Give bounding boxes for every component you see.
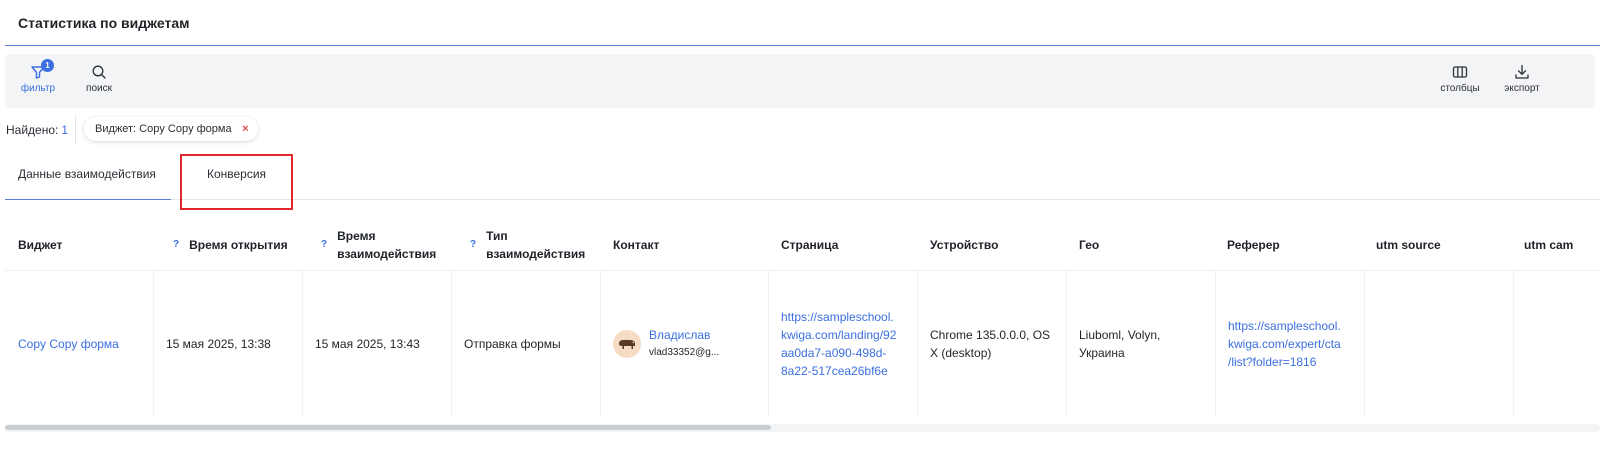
- column-header-utm-campaign[interactable]: utm cam: [1524, 218, 1600, 271]
- columns-label: столбцы: [1440, 83, 1480, 94]
- columns-icon: [1452, 66, 1468, 78]
- column-header-open-time[interactable]: ? Время открытия: [173, 218, 288, 271]
- help-icon[interactable]: ?: [173, 239, 179, 250]
- active-filter-chip[interactable]: Виджет: Copy Copy форма ×: [84, 117, 258, 141]
- table-row: Copy Copy форма 15 мая 2025, 13:38 15 ма…: [5, 271, 1600, 417]
- contact-email: vlad33352@g...: [649, 347, 720, 358]
- page-title: Статистика по виджетам: [18, 15, 190, 31]
- cell-utm-source: [1365, 271, 1514, 417]
- download-icon: [1515, 64, 1529, 79]
- columns-button[interactable]: столбцы: [1432, 64, 1488, 94]
- table-header-row: Виджет ? Время открытия ? Время взаимодейст…: [5, 218, 1600, 271]
- cell-contact[interactable]: Владислав vlad33352@g...: [601, 271, 769, 417]
- active-filter-chip-label: Виджет: Copy Copy форма: [95, 123, 232, 135]
- export-button[interactable]: экспорт: [1494, 64, 1550, 94]
- column-header-utm-source[interactable]: utm source: [1376, 218, 1441, 271]
- avatar: [613, 330, 641, 358]
- column-header-referer[interactable]: Реферер: [1227, 218, 1280, 271]
- contact-name[interactable]: Владислав: [649, 326, 719, 344]
- found-label: Найдено:: [6, 123, 59, 137]
- scrollbar-thumb[interactable]: [5, 425, 771, 430]
- cell-open-time: 15 мая 2025, 13:38: [154, 271, 303, 417]
- help-icon[interactable]: ?: [321, 239, 327, 250]
- column-header-widget[interactable]: Виджет: [18, 218, 62, 271]
- toolbar: 1 фильтр поиск столбцы экспорт: [5, 54, 1595, 108]
- remove-filter-icon[interactable]: ×: [242, 117, 248, 141]
- export-label: экспорт: [1504, 83, 1540, 94]
- search-label: поиск: [86, 83, 112, 94]
- tab-interaction-data[interactable]: Данные взаимодействия: [5, 155, 171, 200]
- column-header-interaction-time[interactable]: ? Время взаимодействия: [321, 218, 436, 271]
- column-header-contact[interactable]: Контакт: [613, 218, 659, 271]
- cell-widget[interactable]: Copy Copy форма: [5, 271, 154, 417]
- filter-count-badge: 1: [41, 59, 54, 72]
- cell-utm-campaign: [1514, 271, 1600, 417]
- cell-page-link[interactable]: https://sampleschool. kwiga.com/landing/…: [769, 271, 918, 417]
- column-header-geo[interactable]: Гео: [1079, 218, 1099, 271]
- tab-bar: Данные взаимодействия Конверсия: [5, 155, 1600, 200]
- bison-icon: [619, 340, 635, 349]
- cell-geo: Liuboml, Volyn, Украина: [1067, 271, 1216, 417]
- results-count: Найдено: 1: [6, 123, 68, 137]
- help-icon[interactable]: ?: [470, 239, 476, 250]
- stats-table: Виджет ? Время открытия ? Время взаимодейст…: [5, 218, 1600, 417]
- found-count: 1: [61, 123, 69, 137]
- column-header-page[interactable]: Страница: [781, 218, 838, 271]
- search-icon: [92, 65, 106, 79]
- tab-conversion[interactable]: Конверсия: [181, 155, 292, 200]
- page-header: Статистика по виджетам: [5, 0, 1600, 46]
- cell-interaction-time: 15 мая 2025, 13:43: [303, 271, 452, 417]
- cell-device: Chrome 135.0.0.0, OS X (desktop): [918, 271, 1067, 417]
- results-divider: [75, 115, 76, 145]
- search-button[interactable]: поиск: [71, 64, 127, 94]
- cell-interaction-type: Отправка формы: [452, 271, 601, 417]
- column-header-interaction-type[interactable]: ? Тип взаимодействия: [470, 218, 585, 271]
- filter-button[interactable]: 1 фильтр: [10, 59, 66, 94]
- filter-label: фильтр: [20, 83, 56, 94]
- column-header-device[interactable]: Устройство: [930, 218, 998, 271]
- horizontal-scrollbar[interactable]: [5, 424, 1600, 432]
- cell-referer-link[interactable]: https://sampleschool. kwiga.com/expert/c…: [1216, 271, 1365, 417]
